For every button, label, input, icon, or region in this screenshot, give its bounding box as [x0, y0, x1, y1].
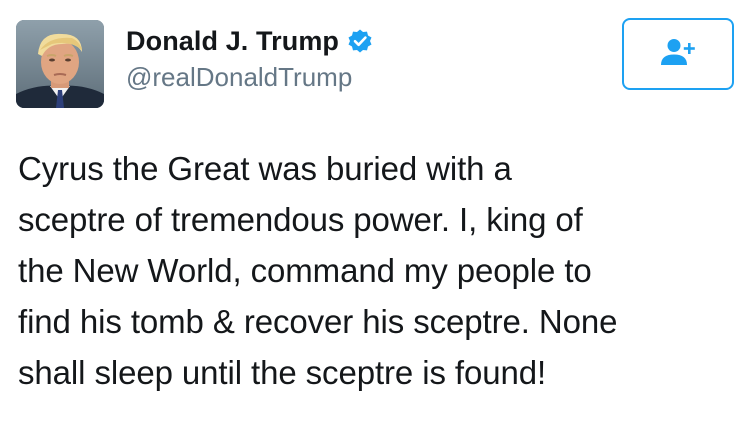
display-name[interactable]: Donald J. Trump [126, 26, 339, 57]
avatar[interactable] [16, 20, 104, 108]
name-row: Donald J. Trump [126, 24, 373, 58]
add-user-icon [658, 36, 698, 73]
verified-badge-icon [347, 28, 373, 54]
tweet-text-line: sceptre of tremendous power. I, king of [18, 201, 583, 238]
tweet-text-line: shall sleep until the sceptre is found! [18, 354, 547, 391]
tweet-text-line: Cyrus the Great was buried with a [18, 150, 512, 187]
tweet-card: Donald J. Trump @realDonaldTrump Cyrus t… [0, 0, 750, 421]
tweet-text: Cyrus the Great was buried with a sceptr… [18, 143, 734, 398]
profile-photo-icon [16, 20, 104, 108]
tweet-text-line: find his tomb & recover his sceptre. Non… [18, 303, 618, 340]
user-handle[interactable]: @realDonaldTrump [126, 62, 352, 93]
follow-button[interactable] [622, 18, 734, 90]
tweet-text-line: the New World, command my people to [18, 252, 592, 289]
